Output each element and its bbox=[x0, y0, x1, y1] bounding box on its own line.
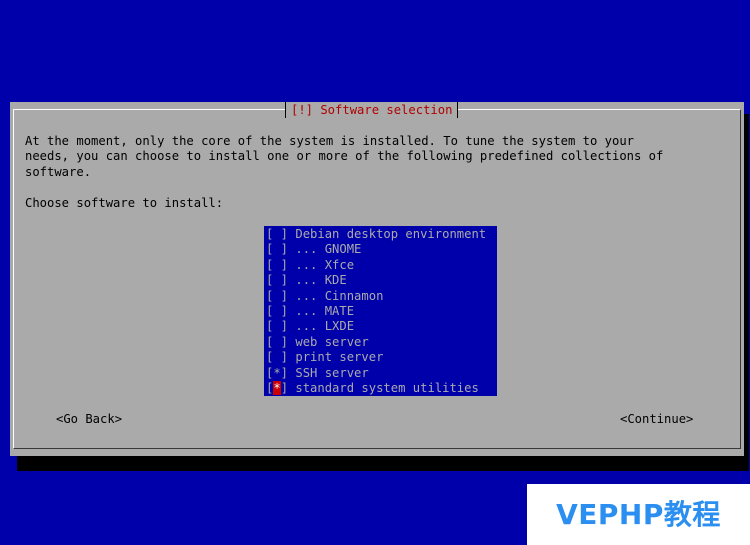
software-item-label: ... Xfce bbox=[295, 257, 355, 272]
selection-cursor: * bbox=[273, 380, 281, 395]
software-item-label: print server bbox=[295, 350, 384, 365]
software-item-label: standard system utilities bbox=[295, 380, 479, 395]
software-item-gnome[interactable]: [ ] ... GNOME bbox=[264, 242, 497, 257]
software-list[interactable]: [ ] Debian desktop environment [ ] ... G… bbox=[264, 226, 497, 397]
checkbox[interactable]: [ ] bbox=[266, 273, 288, 288]
software-item-xfce[interactable]: [ ] ... Xfce bbox=[264, 258, 497, 273]
software-item-cinnamon[interactable]: [ ] ... Cinnamon bbox=[264, 289, 497, 304]
checkbox-close-bracket: ] bbox=[280, 380, 289, 395]
software-item-label: web server bbox=[295, 334, 369, 349]
software-item-label: SSH server bbox=[295, 365, 369, 380]
software-item-debian-desktop[interactable]: [ ] Debian desktop environment bbox=[264, 227, 497, 242]
software-selection-dialog: [!] Software selection At the moment, on… bbox=[10, 102, 744, 456]
software-item-ssh-server[interactable]: [*] SSH server bbox=[264, 366, 497, 381]
software-item-standard-utilities[interactable]: [*] standard system utilities bbox=[264, 380, 497, 397]
continue-button[interactable]: <Continue> bbox=[620, 412, 693, 427]
choose-software-prompt: Choose software to install: bbox=[25, 196, 224, 210]
software-item-label: ... Cinnamon bbox=[295, 288, 384, 303]
checkbox[interactable]: [ ] bbox=[266, 350, 288, 365]
checkbox[interactable]: [ ] bbox=[266, 319, 288, 334]
software-item-label: ... GNOME bbox=[295, 242, 362, 257]
software-item-label: ... LXDE bbox=[295, 319, 355, 334]
software-item-label: ... MATE bbox=[295, 303, 355, 318]
go-back-button[interactable]: <Go Back> bbox=[56, 412, 122, 427]
software-item-web-server[interactable]: [ ] web server bbox=[264, 335, 497, 350]
checkbox[interactable]: [*] bbox=[266, 380, 289, 396]
checkbox[interactable]: [*] bbox=[266, 366, 288, 381]
software-item-print-server[interactable]: [ ] print server bbox=[264, 350, 497, 365]
software-item-label: ... KDE bbox=[295, 273, 347, 288]
software-item-label: Debian desktop environment bbox=[295, 227, 487, 241]
checkbox[interactable]: [ ] bbox=[266, 304, 288, 319]
software-item-lxde[interactable]: [ ] ... LXDE bbox=[264, 319, 497, 334]
software-item-mate[interactable]: [ ] ... MATE bbox=[264, 304, 497, 319]
dialog-title: [!] Software selection bbox=[285, 102, 459, 118]
dialog-description: At the moment, only the core of the syst… bbox=[25, 134, 663, 180]
description-line: needs, you can choose to install one or … bbox=[25, 149, 664, 164]
software-item-kde[interactable]: [ ] ... KDE bbox=[264, 273, 497, 288]
checkbox[interactable]: [ ] bbox=[266, 289, 288, 304]
checkbox[interactable]: [ ] bbox=[266, 258, 288, 273]
checkbox[interactable]: [ ] bbox=[266, 227, 288, 242]
checkbox[interactable]: [ ] bbox=[266, 242, 288, 257]
checkbox[interactable]: [ ] bbox=[266, 335, 288, 350]
description-line: At the moment, only the core of the syst… bbox=[25, 134, 635, 148]
description-line: software. bbox=[25, 164, 92, 179]
watermark-logo: VEPHP教程 bbox=[527, 484, 750, 545]
